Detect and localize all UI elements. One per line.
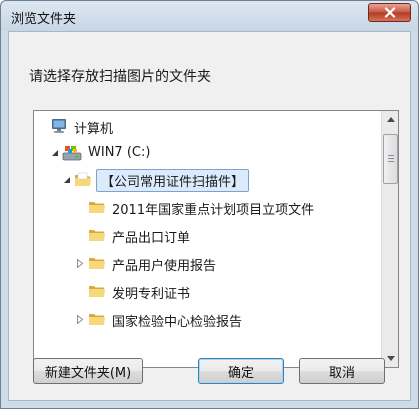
cancel-button[interactable]: 取消 — [299, 358, 385, 384]
tree-node-company-scans[interactable]: 【公司常用证件扫描件】 — [34, 168, 380, 192]
collapsed-triangle-icon[interactable] — [75, 314, 85, 324]
folder-icon — [88, 198, 106, 216]
browse-folder-dialog: 浏览文件夹 请选择存放扫描图片的文件夹 计算机 WIN7 (C:) 【公司常用证… — [0, 0, 419, 409]
expanded-triangle-icon[interactable] — [62, 175, 72, 185]
tree-node-label: 计算机 — [74, 122, 114, 137]
instruction-text: 请选择存放扫描图片的文件夹 — [29, 69, 211, 85]
expanded-triangle-icon[interactable] — [50, 148, 60, 158]
vertical-scrollbar[interactable] — [381, 111, 398, 367]
tree-node-label: 2011年国家重点计划项目立项文件 — [112, 203, 315, 218]
new-folder-button[interactable]: 新建文件夹(M) — [33, 358, 143, 384]
title-bar[interactable]: 浏览文件夹 — [1, 1, 418, 31]
scroll-thumb[interactable] — [383, 134, 398, 184]
folder-icon — [88, 310, 106, 328]
tree-node-folder[interactable]: 产品用户使用报告 — [34, 251, 380, 275]
scroll-up-button[interactable] — [382, 111, 398, 128]
close-icon — [384, 7, 395, 18]
tree-node-label: 【公司常用证件扫描件】 — [96, 169, 250, 192]
tree-node-label: 国家检验中心检验报告 — [112, 315, 243, 330]
window-title: 浏览文件夹 — [11, 12, 77, 27]
tree-node-folder[interactable]: 2011年国家重点计划项目立项文件 — [34, 195, 380, 219]
folder-tree[interactable]: 计算机 WIN7 (C:) 【公司常用证件扫描件】 2011年国家重点计划项目立… — [33, 110, 399, 368]
drive-icon — [62, 144, 82, 162]
folder-icon — [88, 226, 106, 244]
folder-icon — [88, 254, 106, 272]
dialog-body: 请选择存放扫描图片的文件夹 计算机 WIN7 (C:) 【公司常用证件扫描件】 … — [8, 31, 411, 401]
computer-icon — [50, 117, 68, 135]
tree-node-label: 产品用户使用报告 — [112, 259, 217, 274]
tree-node-folder[interactable]: 国家检验中心检验报告 — [34, 307, 380, 331]
tree-node-label: WIN7 (C:) — [88, 145, 151, 160]
tree-node-computer[interactable]: 计算机 — [34, 114, 380, 138]
tree-node-label: 产品出口订单 — [112, 231, 191, 246]
tree-node-label: 发明专利证书 — [112, 287, 191, 302]
close-button[interactable] — [368, 3, 411, 22]
collapsed-triangle-icon[interactable] — [75, 258, 85, 268]
tree-node-drive-c[interactable]: WIN7 (C:) — [34, 141, 380, 165]
folder-icon — [88, 282, 106, 300]
scroll-down-arrow-icon — [386, 356, 395, 361]
ok-button[interactable]: 确定 — [198, 358, 284, 384]
scroll-up-arrow-icon — [386, 117, 395, 122]
tree-node-folder[interactable]: 产品出口订单 — [34, 223, 380, 247]
tree-node-folder[interactable]: 发明专利证书 — [34, 279, 380, 303]
folder-icon — [74, 171, 92, 189]
